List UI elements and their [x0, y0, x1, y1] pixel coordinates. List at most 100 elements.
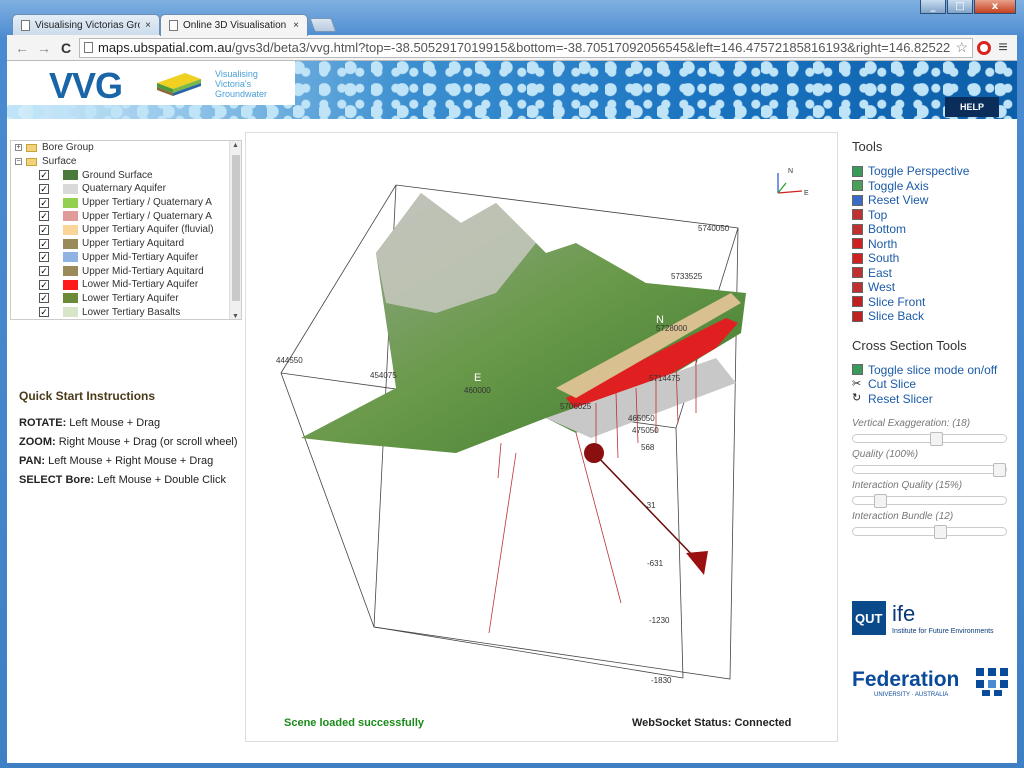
layer-item[interactable]: ✓ Lower Mid-Tertiary Aquifer [11, 278, 241, 292]
layers-logo-icon [157, 73, 201, 96]
address-bar[interactable]: maps.ubspatial.com.au/gvs3d/beta3/vvg.ht… [79, 37, 973, 58]
tool-slice-front[interactable]: Slice Front [852, 295, 1007, 310]
page-icon [21, 20, 30, 31]
layer-swatch [63, 279, 78, 290]
tab-close-icon[interactable]: × [293, 20, 299, 31]
tick-label: 465050 [628, 414, 655, 423]
reload-button[interactable]: C [57, 40, 75, 56]
help-button[interactable]: HELP [945, 97, 999, 117]
forward-button[interactable]: → [35, 40, 53, 56]
instruction-pan: PAN: Left Mouse + Right Mouse + Drag [19, 455, 238, 467]
page-icon [169, 20, 178, 31]
tool-north[interactable]: North [852, 237, 1007, 252]
layer-checkbox[interactable]: ✓ [39, 211, 49, 222]
3d-viewer[interactable]: 5740050 5733525 5728000 5714475 5706025 … [245, 132, 838, 742]
layer-item[interactable]: ✓ Upper Tertiary Aquitard [11, 237, 241, 251]
slider-track[interactable] [852, 525, 1007, 539]
tool-reset-view[interactable]: Reset View [852, 193, 1007, 208]
federation-logo: Federation UNIVERSITY · AUSTRALIA [852, 664, 1012, 703]
layer-item[interactable]: ✓ Upper Mid-Tertiary Aquitard [11, 264, 241, 278]
tool-south[interactable]: South [852, 251, 1007, 266]
slicer-arrow[interactable] [686, 551, 708, 575]
new-tab-button[interactable] [309, 18, 337, 32]
compass-e-label: E [804, 190, 809, 197]
slicer-handle[interactable] [584, 443, 604, 463]
tool-east[interactable]: East [852, 266, 1007, 281]
layer-checkbox[interactable]: ✓ [39, 293, 49, 304]
layer-checkbox[interactable]: ✓ [39, 307, 49, 318]
instruction-zoom: ZOOM: Right Mouse + Drag (or scroll whee… [19, 436, 238, 448]
folder-icon [26, 157, 37, 166]
cross-section-title: Cross Section Tools [852, 337, 967, 353]
maximize-button[interactable]: □ [947, 0, 973, 14]
tool-top[interactable]: Top [852, 208, 1007, 223]
layer-item[interactable]: ✓ Lower Tertiary Basalts [11, 305, 241, 319]
layer-swatch [63, 211, 78, 222]
slider-track[interactable] [852, 432, 1007, 446]
tool-slice-back[interactable]: Slice Back [852, 309, 1007, 324]
slider-thumb[interactable] [993, 463, 1006, 477]
layer-checkbox[interactable]: ✓ [39, 252, 49, 263]
ife-subtitle: Institute for Future Environments [892, 628, 994, 635]
layer-item[interactable]: ✓ Quaternary Aquifer [11, 182, 241, 196]
tab-3d-visualisation[interactable]: Online 3D Visualisation To × [160, 14, 308, 36]
slider-label: Vertical Exaggeration: (18) [852, 418, 971, 429]
west-icon [852, 281, 863, 293]
tool-toggle-perspective[interactable]: Toggle Perspective [852, 164, 1007, 179]
layer-checkbox[interactable]: ✓ [39, 170, 49, 181]
layer-checkbox[interactable]: ✓ [39, 279, 49, 290]
layer-item[interactable]: ✓ Upper Mid-Tertiary Aquifer [11, 251, 241, 265]
tool-bottom[interactable]: Bottom [852, 222, 1007, 237]
layer-item[interactable]: ✓ Upper Tertiary / Quaternary A [11, 196, 241, 210]
tab-vvg[interactable]: Visualising Victorias Groun × [12, 14, 160, 36]
tab-label: Visualising Victorias Groun [35, 20, 140, 31]
slider-track[interactable] [852, 494, 1007, 508]
minimize-button[interactable]: _ [920, 0, 946, 14]
tool-label: Slice Front [868, 294, 926, 309]
bookmark-star-icon[interactable]: ☆ [955, 39, 968, 56]
expand-icon[interactable]: + [15, 144, 22, 152]
page-icon [84, 42, 93, 53]
layer-checkbox[interactable]: ✓ [39, 197, 49, 208]
collapse-icon[interactable]: − [15, 158, 22, 166]
vvg-logo-box: VVG Visualising Victoria's Groundwater [7, 61, 295, 106]
tool-cut-slice[interactable]: ✂ Cut Slice [852, 377, 1007, 392]
layer-checkbox[interactable]: ✓ [39, 224, 49, 235]
url-path: /gvs3d/beta3/vvg.html?top=-38.5052917019… [231, 40, 951, 55]
tool-label: Reset Slicer [868, 391, 933, 406]
slider-track[interactable] [852, 463, 1007, 477]
slider-label: Interaction Quality (15%) [852, 480, 963, 491]
scroll-up-icon[interactable]: ▲ [232, 142, 239, 149]
tick-label: -1830 [651, 676, 672, 685]
toggle-perspective-icon [852, 165, 863, 177]
back-button[interactable]: ← [13, 40, 31, 56]
menu-icon[interactable]: ≡ [995, 39, 1011, 57]
tick-label: 568 [641, 443, 655, 452]
tool-reset-slicer[interactable]: ↻ Reset Slicer [852, 392, 1007, 407]
layer-item[interactable]: ✓ Upper Tertiary / Quaternary A [11, 209, 241, 223]
slider-group: Quality (100%) [852, 449, 1007, 477]
tool-toggle-slice-mode[interactable]: Toggle slice mode on/off [852, 363, 1007, 378]
layer-checkbox[interactable]: ✓ [39, 266, 49, 277]
layer-item[interactable]: ✓ Upper Tertiary Aquifer (fluvial) [11, 223, 241, 237]
layer-item[interactable]: ✓ Ground Surface [11, 168, 241, 182]
quick-start-title: Quick Start Instructions [19, 389, 156, 403]
scroll-thumb[interactable] [232, 155, 240, 301]
slider-thumb[interactable] [874, 494, 887, 508]
tool-toggle-axis[interactable]: Toggle Axis [852, 179, 1007, 194]
slider-thumb[interactable] [930, 432, 943, 446]
layer-item[interactable]: ✓ Lower Tertiary Aquifer [11, 292, 241, 306]
layer-checkbox[interactable]: ✓ [39, 238, 49, 249]
layer-checkbox[interactable]: ✓ [39, 183, 49, 194]
slider-thumb[interactable] [934, 525, 947, 539]
3d-scene[interactable]: 5740050 5733525 5728000 5714475 5706025 … [246, 133, 838, 742]
tab-close-icon[interactable]: × [145, 20, 151, 31]
scroll-down-icon[interactable]: ▼ [232, 313, 239, 319]
layer-label: Upper Mid-Tertiary Aquifer [82, 251, 199, 263]
tree-node-surface[interactable]: − Surface [11, 155, 241, 169]
close-window-button[interactable]: x [974, 0, 1016, 14]
opera-extension-icon[interactable] [977, 40, 991, 55]
tool-west[interactable]: West [852, 280, 1007, 295]
tree-node-bore-group[interactable]: + Bore Group [11, 141, 241, 155]
tree-scrollbar[interactable]: ▲ ▼ [229, 141, 241, 319]
